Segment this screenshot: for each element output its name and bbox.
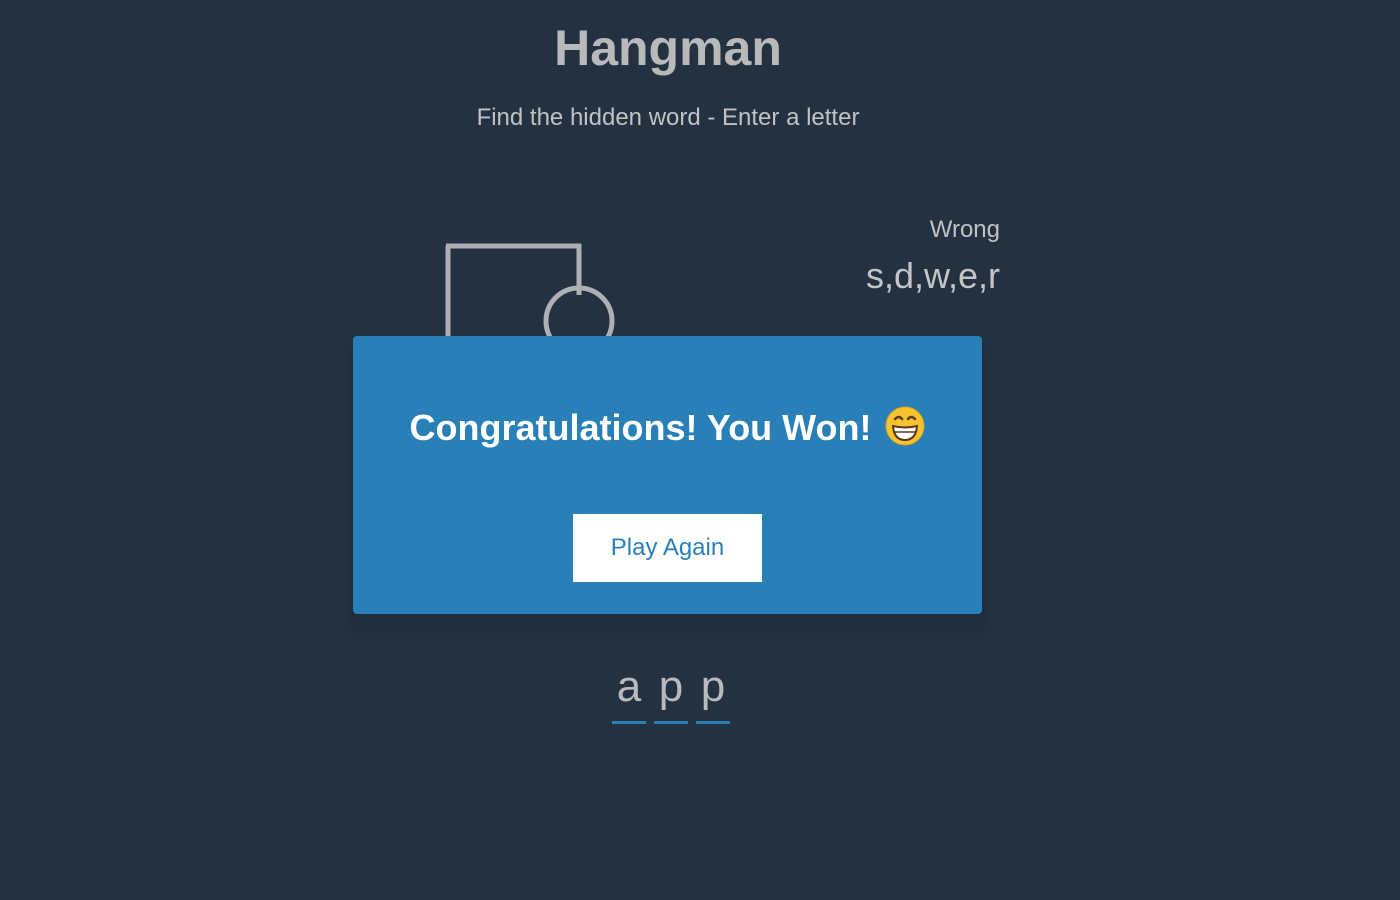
wrong-letters-panel: Wrong s,d,w,e,r: [866, 215, 1000, 299]
game-title: Hangman: [554, 20, 782, 76]
hidden-word: a p p: [608, 660, 734, 724]
win-popup: Congratulations! You Won! Play Again: [353, 336, 982, 614]
popup-message: Congratulations! You Won!: [409, 407, 872, 448]
wrong-letters: s,d,w,e,r: [865, 255, 1000, 296]
word-letter: p: [654, 660, 688, 724]
wrong-label: Wrong: [929, 216, 1000, 243]
play-again-button[interactable]: Play Again: [573, 514, 762, 582]
grinning-face-icon: [885, 406, 925, 446]
popup-message-row: Congratulations! You Won!: [353, 400, 982, 456]
game-page: Hangman Find the hidden word - Enter a l…: [0, 0, 1400, 900]
hangman-figure: [445, 243, 615, 350]
word-letter: p: [696, 660, 730, 724]
word-letter: a: [612, 660, 646, 724]
game-subtitle: Find the hidden word - Enter a letter: [476, 104, 860, 131]
